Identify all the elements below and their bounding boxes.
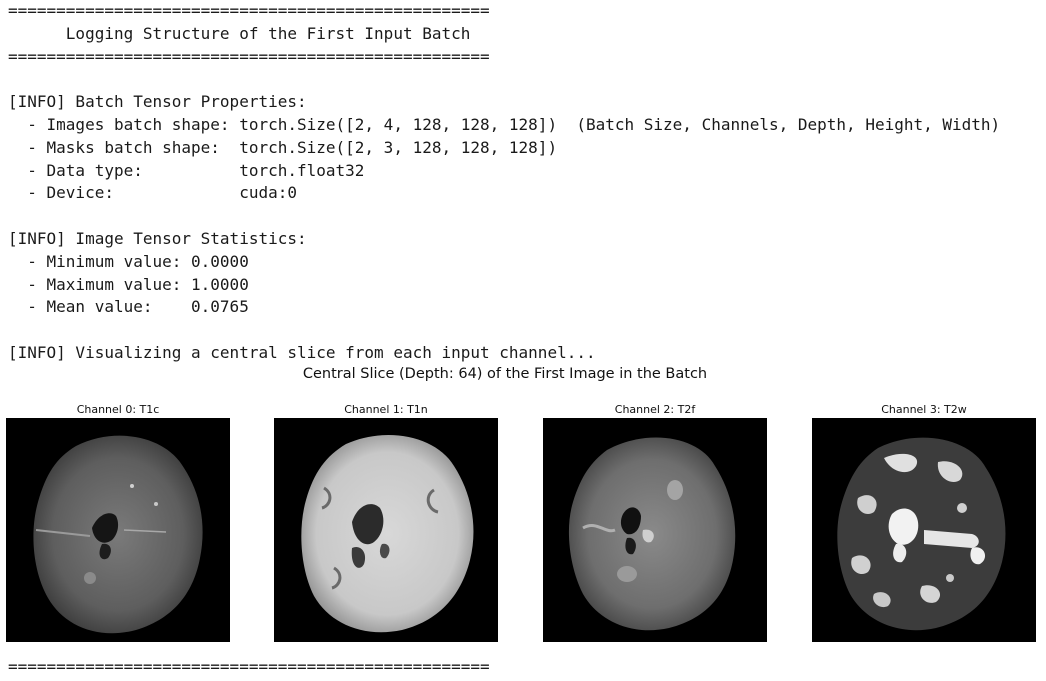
log-line-mean: - Mean value: 0.0765 — [8, 297, 249, 317]
mri-slice-image — [543, 418, 767, 642]
log-line-visualizing: [INFO] Visualizing a central slice from … — [8, 342, 596, 362]
figure-title: Central Slice (Depth: 64) of the First I… — [302, 366, 708, 382]
log-line-blank — [8, 205, 1000, 228]
log-line-device: - Device: cuda:0 — [8, 183, 297, 203]
mri-slice-image — [6, 418, 230, 642]
channel-panel-3: Channel 3: T2w — [812, 402, 1036, 642]
log-line-images-shape: - Images batch shape: torch.Size([2, 4, … — [8, 114, 1001, 134]
log-line-batch-properties: [INFO] Batch Tensor Properties: — [8, 92, 307, 112]
log-line-heading: Logging Structure of the First Input Bat… — [8, 23, 471, 43]
log-line-rule-2: ========================================… — [8, 46, 490, 66]
channel-panel-1: Channel 1: T1n — [274, 402, 498, 642]
log-line-max: - Maximum value: 1.0000 — [8, 274, 249, 294]
log-line-masks-shape: - Masks batch shape: torch.Size([2, 3, 1… — [8, 137, 558, 157]
channel-panel-0: Channel 0: T1c — [6, 402, 230, 642]
mri-slice-image — [812, 418, 1036, 642]
channel-title: Channel 2: T2f — [614, 403, 696, 416]
channel-panel-2: Channel 2: T2f — [543, 402, 767, 642]
channel-title: Channel 1: T1n — [344, 403, 428, 416]
log-output: ========================================… — [8, 0, 1000, 365]
log-line-blank — [8, 319, 1000, 342]
log-line-min: - Minimum value: 0.0000 — [8, 251, 249, 271]
log-line-image-stats: [INFO] Image Tensor Statistics: — [8, 228, 307, 248]
log-line-dtype: - Data type: torch.float32 — [8, 160, 365, 180]
log-line-rule-bottom: ========================================… — [8, 657, 490, 676]
log-line-rule-top: ========================================… — [8, 1, 490, 20]
channel-title: Channel 0: T1c — [76, 403, 160, 416]
channel-title: Channel 3: T2w — [881, 403, 967, 416]
log-line-blank — [8, 68, 1000, 91]
mri-slice-image — [274, 418, 498, 642]
